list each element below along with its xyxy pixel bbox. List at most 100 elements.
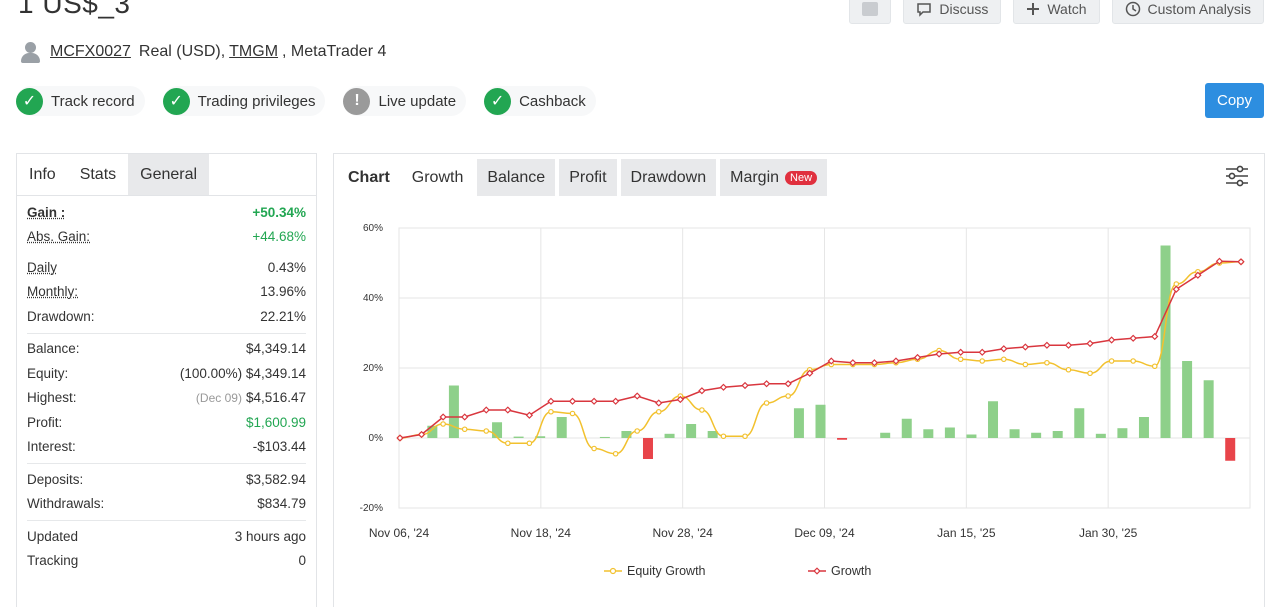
x-tick-label: Jan 30, '25 (1079, 526, 1138, 540)
equity-point (655, 408, 662, 415)
stat-drawdown: Drawdown: 22.21% (27, 304, 306, 329)
equity-point (1108, 358, 1115, 364)
stats-tabs: Info Stats General (17, 154, 316, 196)
stat-value: +50.34% (252, 204, 306, 220)
profit-bar (923, 429, 934, 438)
profit-bar (556, 417, 567, 438)
growth-chart: 60% 40% 20% 0% -20% Nov 06, '24 Nov 18, '24 Nov… (360, 223, 1251, 578)
stat-label[interactable]: Monthly: (27, 284, 78, 299)
discuss-label: Discuss (939, 1, 989, 17)
stats-panel: Info Stats General Gain : +50.34% Abs. Ga… (16, 153, 317, 607)
profit-bar (988, 401, 999, 438)
stats-list: Gain : +50.34% Abs. Gain: +44.68% Daily 0.4… (17, 196, 316, 573)
profit-bar (1052, 431, 1063, 438)
stat-daily: Daily 0.43% (27, 255, 306, 280)
chart-panel: Chart Growth Balance Profit Drawdown Mar… (333, 153, 1265, 607)
equity-point (699, 407, 705, 413)
settings-sliders-icon[interactable] (1224, 163, 1250, 189)
equity-point (1173, 281, 1180, 287)
stat-gain: Gain : +50.34% (27, 200, 306, 225)
equity-point (763, 400, 770, 406)
stat-monthly: Monthly: 13.96% (27, 280, 306, 305)
stat-label: Updated (27, 528, 79, 544)
badge-label: Trading privileges (197, 92, 316, 110)
stat-deposits: Deposits: $3,582.94 (27, 467, 306, 492)
exclamation-icon: ! (343, 87, 371, 115)
check-icon: ✓ (16, 87, 43, 115)
equity-point (742, 433, 748, 440)
platform: , MetaTrader 4 (282, 43, 387, 60)
equity-point (785, 393, 791, 399)
badge-trading-privileges[interactable]: ✓ Trading privileges (162, 86, 326, 116)
tab-profit[interactable]: Profit (559, 159, 617, 196)
x-tick-label: Dec 09, '24 (794, 526, 855, 540)
equity-point (1044, 359, 1050, 366)
tab-info[interactable]: Info (17, 154, 68, 195)
stat-label[interactable]: Daily (27, 260, 57, 275)
tab-balance[interactable]: Balance (477, 159, 556, 196)
equity-point (483, 428, 490, 434)
comment-icon (917, 2, 932, 17)
x-tick-label: Nov 28, '24 (653, 526, 714, 540)
stat-label[interactable]: Gain : (27, 205, 65, 220)
stat-withdrawals: Withdrawals: $834.79 (27, 492, 306, 517)
stat-label: Interest: (27, 439, 76, 455)
badge-label: Track record (51, 92, 135, 110)
profit-bar (1138, 417, 1149, 438)
stat-label: Balance: (27, 341, 80, 357)
stat-value: -$103.44 (252, 439, 306, 455)
stat-label: Tracking (27, 553, 79, 569)
y-tick-label: 20% (363, 363, 383, 374)
badge-label: Live update (378, 92, 457, 110)
broker-link[interactable]: TMGM (229, 43, 278, 61)
new-badge: New (785, 170, 818, 185)
chart-tabs-label: Chart (348, 168, 390, 186)
profit-bar (944, 427, 955, 438)
tab-margin[interactable]: Margin New (720, 159, 828, 196)
tab-drawdown[interactable]: Drawdown (620, 159, 717, 196)
stat-label[interactable]: Abs. Gain: (27, 229, 90, 244)
copy-button[interactable]: Copy (1205, 83, 1264, 118)
equity-point (505, 440, 511, 447)
custom-analysis-button[interactable]: Custom Analysis (1111, 0, 1264, 24)
avatar (18, 40, 42, 64)
profit-bar (1074, 408, 1085, 438)
profit-bar (448, 385, 459, 438)
badge-live-update[interactable]: ! Live update (343, 86, 467, 116)
equity-point (526, 440, 533, 447)
equity-point (979, 358, 986, 364)
tab-growth[interactable]: Growth (402, 159, 474, 196)
equity-point (957, 356, 964, 363)
tab-stats[interactable]: Stats (67, 154, 129, 195)
tab-general[interactable]: General (128, 154, 210, 195)
profit-bar (1160, 245, 1171, 438)
equity-point (591, 445, 597, 452)
page: 1 US$_3 Discuss Watch Custom Analysis MC… (0, 0, 1280, 607)
highest-date: (Dec 09) (195, 391, 242, 406)
profit-bar (1182, 361, 1193, 438)
legend-label: Equity Growth (627, 564, 706, 578)
custom-analysis-label: Custom Analysis (1147, 1, 1251, 17)
equity-point (1087, 370, 1093, 377)
watch-button[interactable]: Watch (1013, 0, 1100, 24)
badge-track-record[interactable]: ✓ Track record (16, 86, 145, 116)
equity-point (612, 450, 619, 457)
account-owner: MCFX0027 Real (USD), TMGM , MetaTrader 4 (18, 40, 386, 64)
stat-value: $834.79 (257, 496, 306, 512)
profit-bar (1203, 380, 1214, 438)
equity-point (548, 408, 554, 415)
equity-point (1065, 366, 1072, 373)
equity-point (720, 433, 727, 440)
badge-cashback[interactable]: ✓ Cashback (484, 86, 596, 116)
profit-bar (1117, 428, 1128, 438)
equity-point (634, 428, 641, 434)
equity-point (1151, 363, 1158, 370)
discuss-button[interactable]: Discuss (903, 0, 1002, 24)
alert-button[interactable] (849, 0, 892, 24)
equity-point (1022, 361, 1029, 368)
stat-label: Withdrawals: (27, 496, 105, 512)
username-link[interactable]: MCFX0027 (50, 43, 131, 61)
stat-value: $4,349.14 (245, 341, 306, 357)
stat-value: $3,582.94 (245, 471, 306, 487)
bell-icon (862, 2, 879, 16)
